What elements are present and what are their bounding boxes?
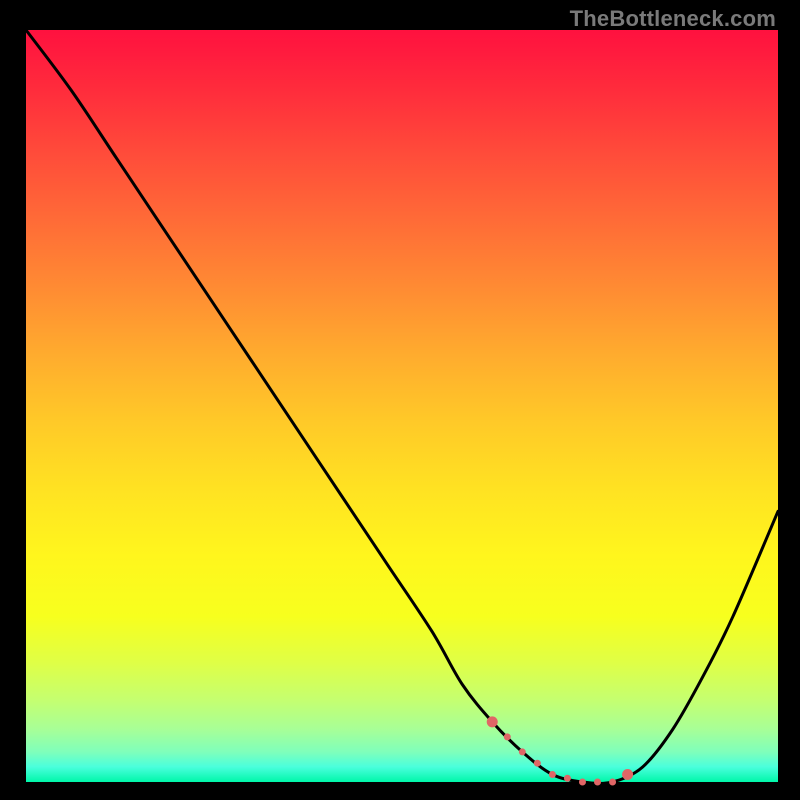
highlight-dot bbox=[610, 779, 616, 785]
highlight-dot bbox=[595, 779, 601, 785]
bottleneck-curve bbox=[26, 30, 778, 783]
highlight-dot bbox=[564, 775, 570, 781]
highlight-dot bbox=[534, 760, 540, 766]
highlight-dot bbox=[623, 769, 633, 779]
highlight-dot bbox=[487, 717, 497, 727]
highlight-dot bbox=[519, 749, 525, 755]
chart-frame: TheBottleneck.com bbox=[0, 0, 800, 800]
watermark-text: TheBottleneck.com bbox=[570, 6, 776, 32]
highlight-dot bbox=[549, 771, 555, 777]
chart-svg bbox=[26, 30, 778, 782]
highlight-dot bbox=[579, 779, 585, 785]
highlight-markers bbox=[487, 717, 632, 785]
highlight-dot bbox=[504, 734, 510, 740]
